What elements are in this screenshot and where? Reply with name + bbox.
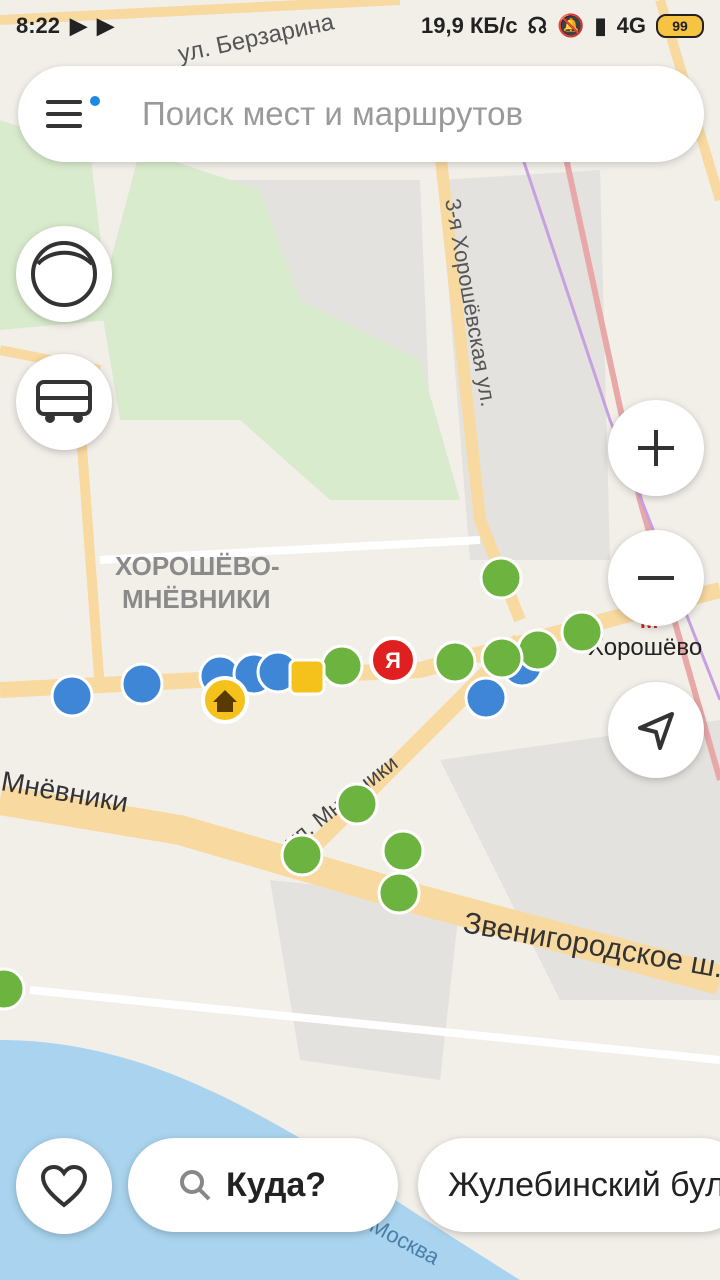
bus-stop-marker[interactable] xyxy=(335,782,379,826)
bus-icon xyxy=(36,380,92,423)
map-canvas[interactable]: ул. Берзарина 3-я Хорошёвская ул. Мнёвни… xyxy=(0,0,720,1280)
bus-stop-marker[interactable] xyxy=(320,644,364,688)
bus-stop-marker[interactable] xyxy=(560,610,604,654)
user-marker-label: Я xyxy=(385,648,401,673)
saved-route-button[interactable]: Жулебинский бульвар xyxy=(418,1138,720,1232)
profile-icon xyxy=(31,241,97,307)
notification-dot xyxy=(90,96,100,106)
mute-icon: 🔕 xyxy=(557,13,585,38)
headphones-icon: ☊ xyxy=(527,13,548,38)
district-label: ХОРОШЁВО- xyxy=(115,551,280,581)
transport-button[interactable] xyxy=(16,354,112,450)
minus-icon xyxy=(638,576,674,580)
network-speed: 19,9 КБ/с xyxy=(421,13,518,38)
bus-stop-marker[interactable] xyxy=(433,640,477,684)
heart-icon xyxy=(40,1164,88,1208)
location-arrow-icon xyxy=(638,712,674,750)
search-bar[interactable]: Поиск мест и маршрутов xyxy=(18,66,704,162)
saved-route-label: Жулебинский бульвар xyxy=(448,1165,720,1204)
bus-stop-marker[interactable] xyxy=(516,628,560,672)
bus-stop-square-marker[interactable] xyxy=(288,658,326,696)
trolleybus-stop-marker[interactable] xyxy=(464,676,508,720)
district-label: МНЁВНИКИ xyxy=(122,584,271,614)
battery-indicator: 99 xyxy=(656,14,704,38)
bus-stop-marker[interactable] xyxy=(479,556,523,600)
play-icon: ▶ xyxy=(70,13,87,38)
profile-button[interactable] xyxy=(16,226,112,322)
favorites-button[interactable] xyxy=(16,1138,112,1234)
zoom-out-button[interactable] xyxy=(608,530,704,626)
bus-stop-marker[interactable] xyxy=(381,829,425,873)
where-to-label: Куда? xyxy=(226,1165,327,1204)
zoom-in-button[interactable] xyxy=(608,400,704,496)
menu-icon[interactable] xyxy=(18,66,114,162)
trolleybus-stop-marker[interactable] xyxy=(120,662,164,706)
bus-stop-marker[interactable] xyxy=(377,871,421,915)
status-bar: 8:22 ▶ ▶ 19,9 КБ/с ☊ 🔕 ▮ 4G 99 xyxy=(0,0,720,52)
status-time: 8:22 xyxy=(16,13,61,38)
signal-icon: ▮ xyxy=(594,13,607,38)
metro-station-label: Хорошёво xyxy=(588,634,702,661)
bus-stop-marker[interactable] xyxy=(480,636,524,680)
search-input[interactable]: Поиск мест и маршрутов xyxy=(142,95,523,133)
search-icon xyxy=(180,1170,211,1201)
where-to-button[interactable]: Куда? xyxy=(128,1138,398,1232)
locate-button[interactable] xyxy=(608,682,704,778)
bus-stop-marker[interactable] xyxy=(280,833,324,877)
plus-icon xyxy=(638,430,674,466)
network-type: 4G xyxy=(616,13,646,38)
trolleybus-stop-marker[interactable] xyxy=(50,674,94,718)
youtube-icon: ▶ xyxy=(96,13,114,38)
